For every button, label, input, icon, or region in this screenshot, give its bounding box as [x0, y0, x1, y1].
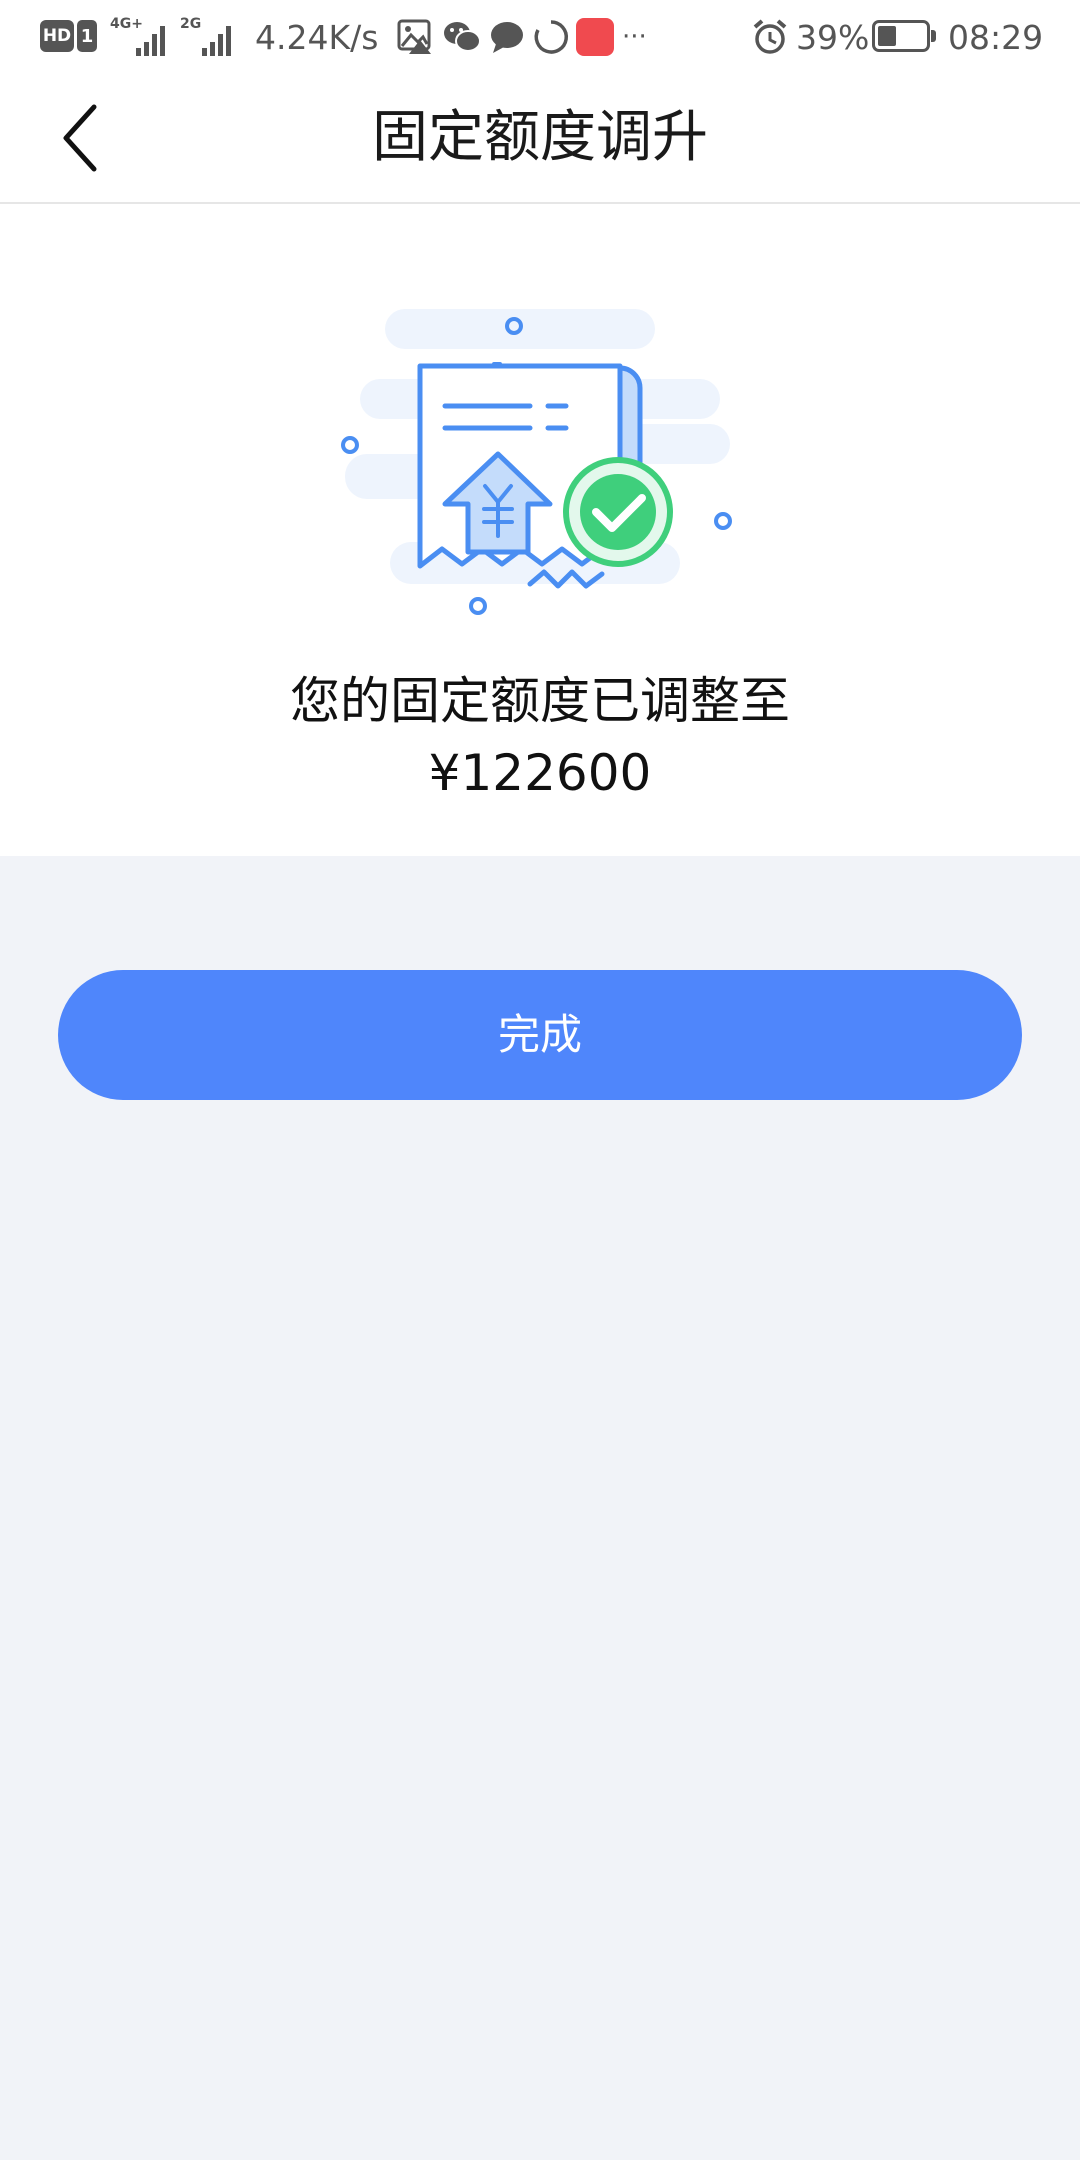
hd-label: HD	[40, 20, 74, 52]
alarm-icon	[753, 19, 787, 54]
back-button[interactable]	[40, 96, 120, 180]
status-bar: HD 1 4G+ 2G 4.24K/s ··· 39% 08:29	[0, 0, 1080, 74]
sync-icon	[534, 20, 568, 54]
wechat-icon	[444, 22, 481, 52]
battery-icon	[872, 20, 936, 52]
gallery-icon	[397, 19, 431, 54]
done-button[interactable]: 完成	[58, 970, 1022, 1100]
result-message: 您的固定额度已调整至	[290, 672, 790, 730]
signal-icon: 4G+	[110, 14, 172, 60]
huawei-app-icon	[576, 18, 614, 56]
network-speed-text: 4.24K/s	[255, 17, 379, 57]
more-notifications: ···	[622, 0, 647, 74]
nav-bar: 固定额度调升	[0, 74, 1080, 204]
result-amount: ¥122600	[428, 744, 652, 802]
sim-label: 1	[77, 20, 97, 52]
clock: 08:29	[948, 0, 1043, 74]
battery-fill	[878, 26, 896, 46]
network-speed: 4.24K/s	[255, 0, 378, 74]
signal-icon-2: 2G	[180, 14, 238, 60]
result-card: 您的固定额度已调整至 ¥122600	[0, 204, 1080, 856]
battery-percent-text: 39%	[796, 17, 870, 57]
clock-text: 08:29	[948, 17, 1044, 57]
page-title: 固定额度调升	[372, 105, 708, 170]
chevron-left-icon	[63, 104, 97, 172]
more-notifications-text: ···	[622, 22, 647, 52]
battery-percent: 39%	[796, 0, 869, 74]
hd-icon: HD 1	[40, 20, 98, 52]
message-icon	[491, 22, 523, 53]
receipt-success-illustration	[341, 309, 732, 615]
